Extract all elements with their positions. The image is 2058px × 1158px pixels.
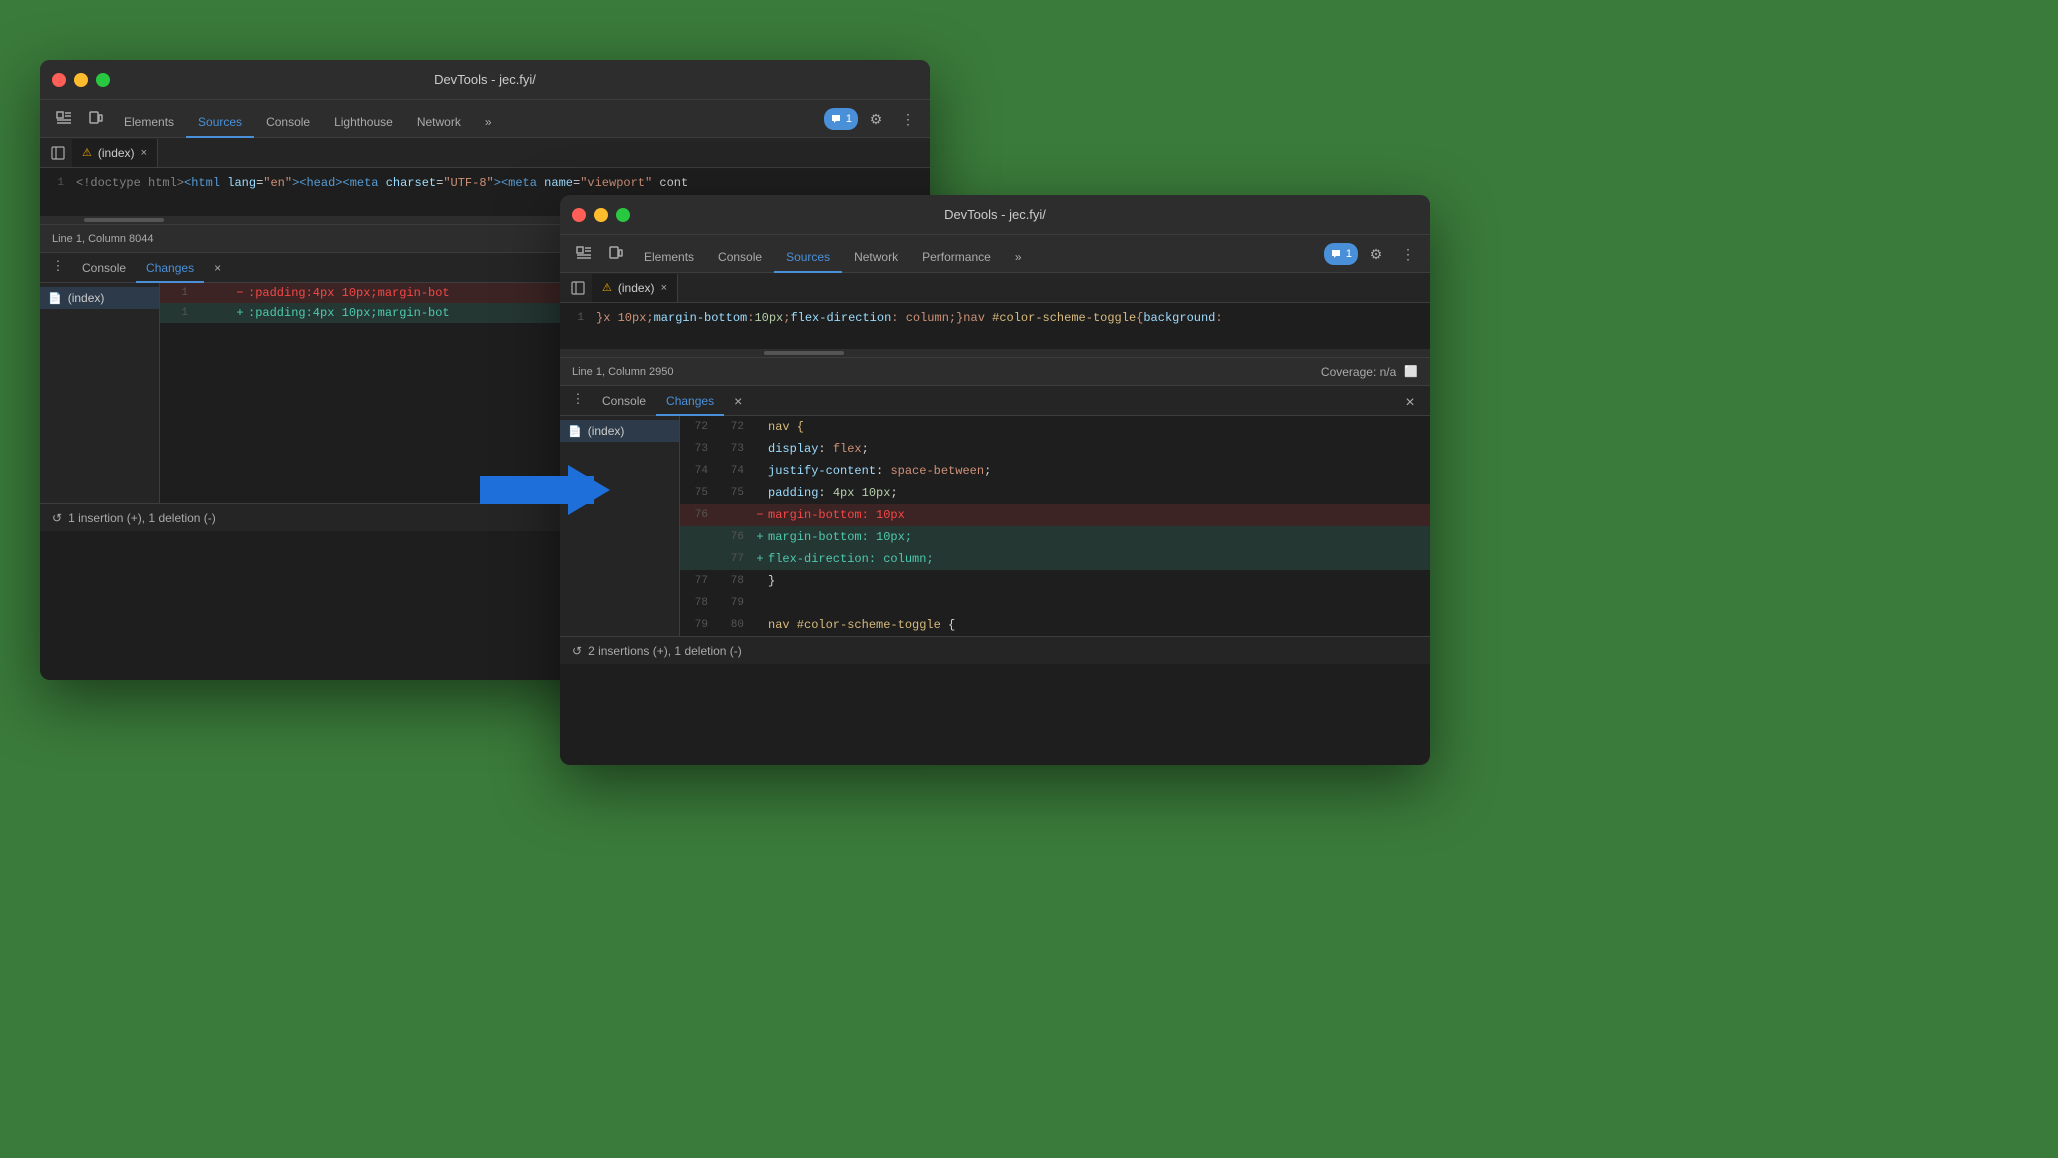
file-icon-1: 📄 <box>48 292 62 305</box>
changes-sidebar-1: 📄 (index) <box>40 283 160 503</box>
tab-console-1[interactable]: Console <box>254 108 322 138</box>
traffic-lights-1 <box>52 73 110 87</box>
changes-panel-full: 📄 (index) 72 72 nav { 73 73 <box>560 416 1430 636</box>
file-tabs-bar-2: ⚠ (index) × <box>560 273 1430 303</box>
minimize-button-1[interactable] <box>74 73 88 87</box>
tab-more-2[interactable]: » <box>1003 243 1034 273</box>
window-title-2: DevTools - jec.fyi/ <box>944 207 1046 222</box>
maximize-button-1[interactable] <box>96 73 110 87</box>
diff-row-75: 75 75 padding: 4px 10px; <box>680 482 1430 504</box>
drawer-tabs-2: ⋮ Console Changes × × <box>560 386 1430 416</box>
scrollbar-thumb-2[interactable] <box>764 351 844 355</box>
tab-more-1[interactable]: » <box>473 108 504 138</box>
drawer-tab-changes-1[interactable]: Changes <box>136 255 204 283</box>
titlebar-1: DevTools - jec.fyi/ <box>40 60 930 100</box>
coverage-icon[interactable]: ⬜ <box>1404 365 1418 378</box>
chat-badge-1[interactable]: 1 <box>824 108 858 130</box>
changes-file-item-2[interactable]: 📄 (index) <box>560 420 679 442</box>
scrollbar-2[interactable] <box>560 349 1430 357</box>
tab-sources-1[interactable]: Sources <box>186 108 254 138</box>
traffic-lights-2 <box>572 208 630 222</box>
undo-icon-2[interactable]: ↺ <box>572 644 582 658</box>
drawer-close-btn-2[interactable]: × <box>1398 391 1422 415</box>
device-icon-2[interactable] <box>600 238 632 270</box>
diff-row-78-79: 78 79 <box>680 592 1430 614</box>
arrow-container <box>480 455 610 530</box>
window-title-1: DevTools - jec.fyi/ <box>434 72 536 87</box>
diff-row-79-80: 79 80 nav #color-scheme-toggle { <box>680 614 1430 636</box>
chat-badge-2[interactable]: 1 <box>1324 243 1358 265</box>
sidebar-toggle-1[interactable] <box>44 139 72 167</box>
close-button-2[interactable] <box>572 208 586 222</box>
diff-row-74: 74 74 justify-content: space-between; <box>680 460 1430 482</box>
inspect-icon[interactable] <box>48 103 80 135</box>
tab-network-2[interactable]: Network <box>842 243 910 273</box>
settings-icon-1[interactable]: ⚙ <box>862 105 890 133</box>
file-tab-close-1[interactable]: × <box>141 147 147 159</box>
tab-network-1[interactable]: Network <box>405 108 473 138</box>
more-icon-2[interactable]: ⋮ <box>1394 240 1422 268</box>
status-bar-2: Line 1, Column 2950 Coverage: n/a ⬜ <box>560 357 1430 385</box>
drawer-2: ⋮ Console Changes × × 📄 (index) <box>560 385 1430 664</box>
file-tab-index-1[interactable]: ⚠ (index) × <box>72 139 158 167</box>
file-icon-2: 📄 <box>568 425 582 438</box>
summary-1: 1 insertion (+), 1 deletion (-) <box>68 511 216 525</box>
scrollbar-thumb-1[interactable] <box>84 218 164 222</box>
drawer-tab-console-2[interactable]: Console <box>592 388 656 416</box>
diff-row-77-78: 77 78 } <box>680 570 1430 592</box>
minimize-button-2[interactable] <box>594 208 608 222</box>
drawer-menu-icon-2[interactable]: ⋮ <box>564 385 592 413</box>
drawer-tab-console-1[interactable]: Console <box>72 255 136 283</box>
diff-row-76-plus: 76 + margin-bottom: 10px; <box>680 526 1430 548</box>
diff-row-76-minus: 76 − margin-bottom: 10px <box>680 504 1430 526</box>
more-icon-1[interactable]: ⋮ <box>894 105 922 133</box>
inspect-icon-2[interactable] <box>568 238 600 270</box>
file-tabs-bar-1: ⚠ (index) × <box>40 138 930 168</box>
code-line-1: 1 <!doctype html><html lang="en"><head><… <box>40 172 930 194</box>
titlebar-2: DevTools - jec.fyi/ <box>560 195 1430 235</box>
maximize-button-2[interactable] <box>616 208 630 222</box>
changes-file-item-1[interactable]: 📄 (index) <box>40 287 159 309</box>
tab-console-2[interactable]: Console <box>706 243 774 273</box>
tabs-right-1: 1 ⚙ ⋮ <box>824 105 922 133</box>
drawer-tab-changes-2[interactable]: Changes <box>656 388 724 416</box>
coverage-text: Coverage: n/a <box>1321 365 1396 379</box>
drawer-menu-icon-1[interactable]: ⋮ <box>44 252 72 280</box>
status-text-2: Line 1, Column 2950 <box>572 366 674 378</box>
settings-icon-2[interactable]: ⚙ <box>1362 240 1390 268</box>
tabs-right-2: 1 ⚙ ⋮ <box>1324 240 1422 268</box>
summary-2: 2 insertions (+), 1 deletion (-) <box>588 644 742 658</box>
sidebar-toggle-2[interactable] <box>564 274 592 302</box>
close-button-1[interactable] <box>52 73 66 87</box>
status-text-1: Line 1, Column 8044 <box>52 233 154 245</box>
file-tab-close-2[interactable]: × <box>661 282 667 294</box>
tab-elements-2[interactable]: Elements <box>632 243 706 273</box>
tab-sources-2[interactable]: Sources <box>774 243 842 273</box>
device-icon[interactable] <box>80 103 112 135</box>
tab-elements-1[interactable]: Elements <box>112 108 186 138</box>
drawer-tab-close-label-2[interactable]: × <box>724 388 752 416</box>
warning-icon-1: ⚠ <box>82 146 92 159</box>
drawer-close-area: × <box>1398 391 1426 415</box>
file-tab-index-2[interactable]: ⚠ (index) × <box>592 274 678 302</box>
tabs-bar-1: Elements Sources Console Lighthouse Netw… <box>40 100 930 138</box>
tabs-bar-2: Elements Console Sources Network Perform… <box>560 235 1430 273</box>
diff-row-73: 73 73 display: flex; <box>680 438 1430 460</box>
undo-bar-2: ↺ 2 insertions (+), 1 deletion (-) <box>560 636 1430 664</box>
code-area-top-2: 1 }x 10px;margin-bottom:10px;flex-direct… <box>560 303 1430 349</box>
tab-lighthouse-1[interactable]: Lighthouse <box>322 108 405 138</box>
code-line-top-2: 1 }x 10px;margin-bottom:10px;flex-direct… <box>560 307 1430 329</box>
undo-icon-1[interactable]: ↺ <box>52 511 62 525</box>
devtools-window-2: DevTools - jec.fyi/ Elements Console Sou… <box>560 195 1430 765</box>
diff-content-2: 72 72 nav { 73 73 display: flex; 7 <box>680 416 1430 636</box>
diff-row-77-plus: 77 + flex-direction: column; <box>680 548 1430 570</box>
tab-performance-2[interactable]: Performance <box>910 243 1003 273</box>
warning-icon-2: ⚠ <box>602 281 612 294</box>
diff-row-72: 72 72 nav { <box>680 416 1430 438</box>
drawer-tab-close-label-1[interactable]: × <box>204 255 231 283</box>
